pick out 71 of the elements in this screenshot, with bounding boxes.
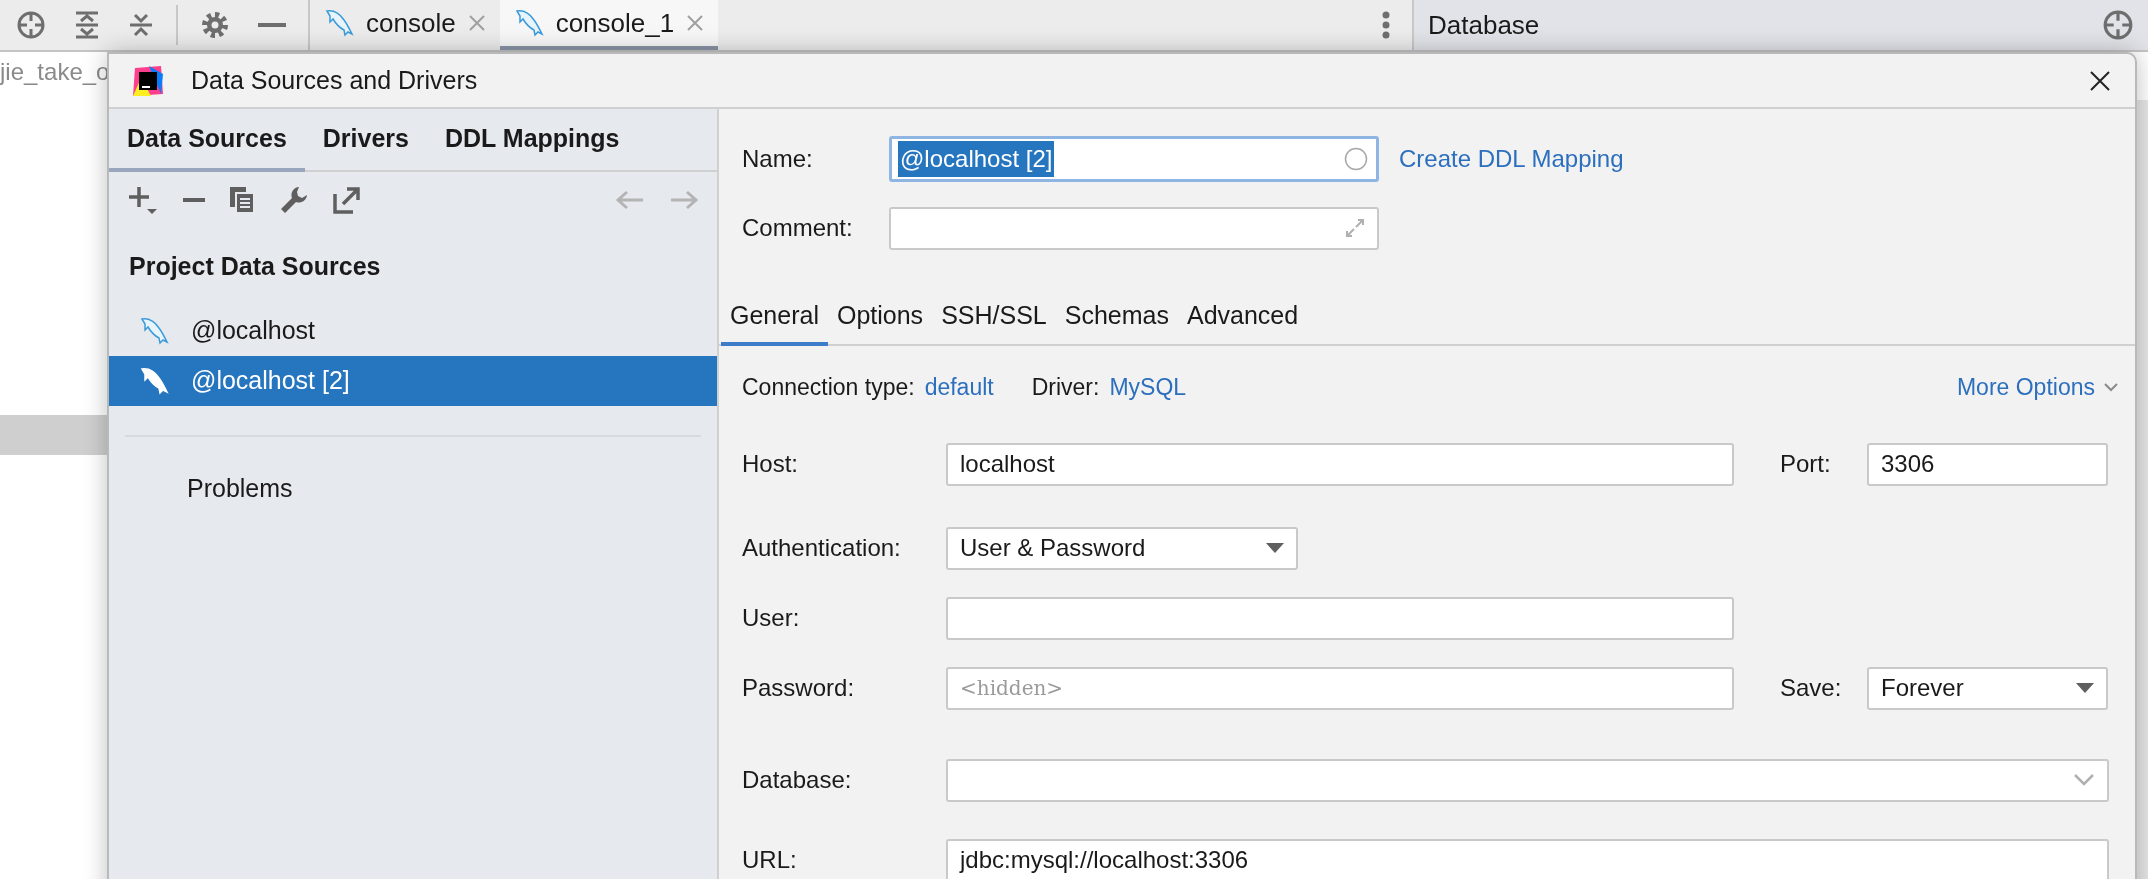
editor-text: jie_take_o [0,58,110,85]
save-dropdown[interactable]: Forever [1867,666,2108,710]
field-label: Authentication: [742,533,902,563]
name-field[interactable]: @localhost [2] [889,136,1379,182]
wrench-icon[interactable] [279,185,309,215]
data-source-item[interactable]: @localhost [2] [109,356,717,406]
more-options-link[interactable]: More Options [1956,369,2095,405]
settings-tab[interactable]: Schemas [1055,290,1178,346]
dolphin-icon [324,8,354,38]
section-title: Project Data Sources [129,251,381,283]
user-field[interactable] [946,596,1734,640]
field-value: jdbc:mysql://localhost:3306 [960,845,1250,875]
comment-field[interactable] [889,206,1379,250]
field-label: Connection type: [742,372,915,402]
copy-icon[interactable] [229,186,255,214]
settings-tab[interactable]: Options [827,290,933,346]
caret-icon [2076,683,2094,693]
field-value: Forever [1881,673,1965,703]
host-field[interactable]: localhost [946,442,1734,486]
settings-tab[interactable]: SSH/SSL [932,290,1056,346]
dialog-title: Data Sources and Drivers [191,64,479,96]
dolphin-icon [139,316,169,346]
url-field[interactable]: jdbc:mysql://localhost:3306 [946,838,2109,879]
settings-tab[interactable]: General [721,290,828,346]
dolphin-icon [513,8,544,38]
field-placeholder: <hidden> [960,675,1065,702]
collapse-all-icon[interactable] [128,11,154,39]
tab-label: console_1 [555,6,675,40]
field-label: Password: [742,673,856,703]
crosshair-icon[interactable] [16,10,46,40]
editor-tab[interactable]: console_1 [499,0,719,50]
port-field[interactable]: 3306 [1867,442,2108,486]
field-label: URL: [742,845,798,875]
field-label: Name: [742,144,814,174]
dolphin-icon [139,366,169,396]
circle-icon [1344,147,1368,171]
sidebar-tab[interactable]: DDL Mappings [426,109,638,172]
crosshair-icon[interactable] [2102,9,2134,41]
connection-type-link[interactable]: default [924,369,994,405]
data-source-item[interactable]: @localhost [109,306,717,356]
problems-item[interactable]: Problems [187,470,293,508]
app-logo-icon [131,63,165,98]
field-label: Port: [1780,449,1832,479]
panel-title: Database [1428,8,1541,42]
close-icon[interactable] [2089,69,2111,92]
field-label: Comment: [742,213,854,243]
export-icon[interactable] [333,186,361,214]
field-value: 3306 [1881,449,1936,479]
field-label: Host: [742,449,799,479]
expand-all-icon[interactable] [74,11,100,39]
tab-label: console [366,6,456,40]
field-label: User: [742,603,801,633]
settings-icon[interactable] [200,10,230,40]
field-value: @localhost [2] [898,141,1055,177]
remove-icon[interactable] [183,197,205,203]
field-value: localhost [960,449,1056,479]
chevron-down-icon[interactable] [2103,382,2119,392]
field-value: User & Password [960,533,1147,563]
more-icon[interactable] [1382,11,1390,39]
driver-link[interactable]: MySQL [1109,369,1187,405]
field-label: Driver: [1031,372,1100,402]
minimize-icon[interactable] [258,22,286,28]
sidebar-tab[interactable]: Data Sources [109,109,305,172]
create-ddl-link[interactable]: Create DDL Mapping [1399,141,1624,177]
field-label: Database: [742,765,853,795]
authentication-dropdown[interactable]: User & Password [946,526,1298,570]
sidebar-tab[interactable]: Drivers [304,109,427,172]
editor-tab[interactable]: console [310,0,500,50]
settings-tab[interactable]: Advanced [1177,290,1308,346]
field-label: Save: [1780,673,1843,703]
caret-icon [1266,543,1284,553]
